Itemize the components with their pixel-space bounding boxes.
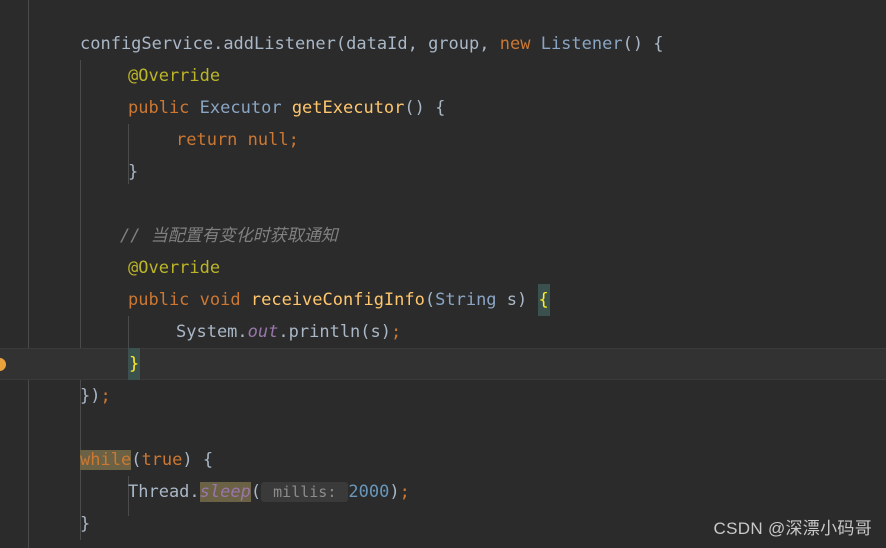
code-line[interactable] — [0, 412, 886, 444]
code-token: Executor — [199, 98, 282, 118]
code-line-text: } — [0, 508, 90, 540]
code-token: out — [247, 322, 279, 342]
code-token: ; — [391, 322, 402, 342]
code-token: getExecutor — [291, 98, 405, 118]
code-line[interactable]: // 当配置有变化时获取通知 — [0, 220, 886, 252]
code-line-text: }); — [0, 380, 111, 412]
code-token: ( — [250, 482, 262, 502]
code-line-text: while(true) { — [0, 444, 213, 476]
code-token: } — [80, 514, 91, 534]
code-line-text: } — [0, 156, 138, 188]
code-line-text: @Override — [0, 252, 220, 284]
code-token: new — [499, 34, 531, 54]
code-line-text: public void receiveConfigInfo(String s) … — [0, 284, 550, 316]
code-line-text: return null; — [0, 124, 299, 156]
code-token: }) — [80, 386, 101, 406]
code-line[interactable]: @Override — [0, 252, 886, 284]
code-token: println — [288, 322, 361, 342]
code-line[interactable]: while(true) { — [0, 444, 886, 476]
code-line[interactable]: System.out.println(s); — [0, 316, 886, 348]
code-token: s) — [496, 290, 538, 310]
code-token: configService — [80, 34, 214, 54]
code-token: Thread — [128, 482, 190, 502]
code-line-text: } — [0, 348, 141, 380]
code-line-text: Thread.sleep( millis: 2000); — [0, 476, 410, 508]
code-token: , — [479, 34, 500, 54]
code-token: 2000 — [348, 482, 390, 502]
code-token: @Override — [128, 258, 221, 278]
code-line-text: @Override — [0, 60, 220, 92]
code-line[interactable]: } — [0, 348, 886, 380]
code-token: dataId — [346, 34, 408, 54]
code-token: ; — [399, 482, 410, 502]
code-token: (s) — [360, 322, 392, 342]
code-token: () { — [404, 98, 446, 118]
code-token: sleep — [199, 482, 251, 502]
code-token: , — [407, 34, 429, 54]
code-token: group — [428, 34, 480, 54]
code-token: . — [278, 322, 289, 342]
code-token: ; — [288, 130, 299, 150]
code-token: { — [537, 284, 550, 316]
code-token: String — [435, 290, 497, 310]
code-token: true — [141, 450, 183, 470]
csdn-watermark: CSDN @深漂小码哥 — [713, 519, 872, 538]
code-token: public — [128, 98, 190, 118]
code-token: ( — [424, 290, 436, 310]
code-token: ( — [131, 450, 142, 470]
code-token: ( — [335, 34, 347, 54]
code-line[interactable]: @Override — [0, 60, 886, 92]
code-line[interactable] — [0, 188, 886, 220]
code-token: . — [189, 482, 200, 502]
code-token: ) — [389, 482, 400, 502]
code-token: } — [128, 348, 141, 380]
code-token: return — [176, 130, 238, 150]
code-token: . — [213, 34, 224, 54]
code-token: null — [247, 130, 289, 150]
code-token: Listener — [540, 34, 623, 54]
code-token: ; — [100, 386, 111, 406]
code-token: millis: — [261, 482, 349, 502]
code-line[interactable]: }); — [0, 380, 886, 412]
code-token: // 当配置有变化时获取通知 — [120, 226, 338, 246]
code-token: while — [80, 450, 132, 470]
code-line[interactable]: public void receiveConfigInfo(String s) … — [0, 284, 886, 316]
code-line[interactable]: public Executor getExecutor() { — [0, 92, 886, 124]
code-line[interactable]: } — [0, 156, 886, 188]
code-token: . — [237, 322, 248, 342]
code-token: System — [176, 322, 238, 342]
code-token: receiveConfigInfo — [250, 290, 425, 310]
code-token: public — [128, 290, 190, 310]
code-line[interactable]: Thread.sleep( millis: 2000); — [0, 476, 886, 508]
code-token: addListener — [223, 34, 336, 54]
code-line-text: // 当配置有变化时获取通知 — [0, 220, 338, 252]
code-line[interactable]: return null; — [0, 124, 886, 156]
code-line-text: configService.addListener(dataId, group,… — [0, 28, 664, 60]
code-token: ) { — [182, 450, 214, 470]
code-editor[interactable]: configService.addListener(dataId, group,… — [0, 0, 886, 548]
code-line-text: public Executor getExecutor() { — [0, 92, 445, 124]
code-token: @Override — [128, 66, 221, 86]
code-token: } — [128, 162, 139, 182]
code-line[interactable]: configService.addListener(dataId, group,… — [0, 28, 886, 60]
code-token: () { — [622, 34, 664, 54]
code-line-text: System.out.println(s); — [0, 316, 401, 348]
code-token: void — [199, 290, 241, 310]
